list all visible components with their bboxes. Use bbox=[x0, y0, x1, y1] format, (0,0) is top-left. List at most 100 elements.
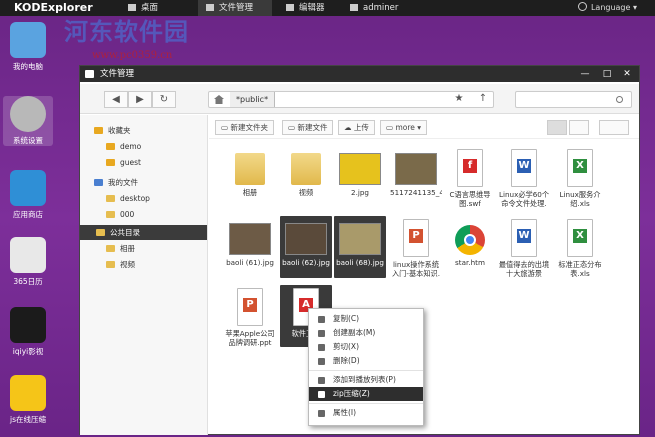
sidebar-item-label: guest bbox=[120, 158, 141, 167]
swf-badge-icon: f bbox=[463, 159, 477, 173]
image-thumbnail bbox=[285, 223, 327, 255]
desktop-icon-gear[interactable]: 系统设置 bbox=[3, 96, 53, 146]
folder-icon bbox=[106, 211, 115, 218]
file-item[interactable]: 5117241135_4f28e29743_z bbox=[390, 146, 442, 208]
nav-adminer[interactable]: adminer bbox=[346, 0, 412, 16]
menu-item-folder-zip[interactable]: zip压缩(Z) bbox=[309, 387, 423, 401]
minimize-button[interactable]: — bbox=[575, 66, 595, 82]
file-item[interactable]: W 最值得去的出境十大旅游景 bbox=[498, 216, 550, 278]
excel-file-icon: X bbox=[567, 219, 593, 257]
sidebar-item-label: 视频 bbox=[120, 260, 135, 269]
sidebar-item-5[interactable]: 000 bbox=[106, 207, 134, 222]
chrome-icon bbox=[455, 225, 485, 255]
menu-item-label: 剪切(X) bbox=[333, 342, 359, 351]
desktop-icon-iqiyi[interactable]: iqiyi影视 bbox=[3, 307, 53, 357]
file-item[interactable]: X 标准正态分布表.xls bbox=[554, 216, 606, 278]
breadcrumb[interactable]: *public* bbox=[230, 92, 276, 107]
nav-editor[interactable]: 编辑器 bbox=[280, 0, 340, 16]
js-icon bbox=[10, 375, 46, 411]
ppt-file-icon: P bbox=[237, 288, 263, 326]
menu-item-info[interactable]: 属性(I) bbox=[309, 406, 423, 420]
calendar-icon bbox=[10, 237, 46, 273]
menu-item-label: 删除(D) bbox=[333, 356, 360, 365]
upload-button[interactable]: ☁ 上传 bbox=[338, 120, 375, 135]
refresh-button[interactable]: ↻ bbox=[152, 91, 176, 108]
nav-file-manager[interactable]: 文件管理 bbox=[198, 0, 272, 16]
file-item[interactable]: 视频 bbox=[280, 146, 332, 208]
menu-separator bbox=[309, 403, 423, 404]
file-item[interactable]: f C语言思维导图.swf bbox=[444, 146, 496, 208]
desktop-icon-calendar[interactable]: 365日历 bbox=[3, 237, 53, 287]
chrome-center bbox=[464, 234, 476, 246]
sidebar-item-label: desktop bbox=[120, 194, 150, 203]
sidebar-item-label: 公共目录 bbox=[110, 228, 140, 237]
home-icon[interactable] bbox=[214, 95, 224, 104]
cut-icon bbox=[318, 344, 325, 351]
sidebar-item-3[interactable]: 我的文件 bbox=[94, 175, 138, 190]
word-file-icon: W bbox=[511, 149, 537, 187]
file-item[interactable]: W Linux必学60个命令文件处理. bbox=[498, 146, 550, 208]
desktop-icon-store[interactable]: 应用商店 bbox=[3, 170, 53, 220]
sidebar-item-8[interactable]: 视频 bbox=[106, 257, 135, 272]
file-item[interactable]: P 苹果Apple公司品牌调研.ppt bbox=[224, 285, 276, 347]
menu-item-label: 复制(C) bbox=[333, 314, 360, 323]
window-titlebar[interactable]: 文件管理 — □ ✕ bbox=[80, 66, 639, 82]
file-name: 最值得去的出境十大旅游景 bbox=[498, 260, 550, 278]
file-name: baoli (68).jpg bbox=[336, 258, 384, 267]
sidebar-item-label: 收藏夹 bbox=[108, 126, 131, 135]
file-item[interactable]: star.htm bbox=[444, 216, 496, 278]
sidebar-tree: 收藏夹 demo guest 我的文件 desktop 000 公共目录相册视频 bbox=[80, 115, 208, 435]
new-folder-button[interactable]: ▭ 新建文件夹 bbox=[215, 120, 274, 135]
ppt-badge-icon: P bbox=[243, 298, 257, 312]
excel-badge-icon: X bbox=[573, 229, 587, 243]
star-icon bbox=[106, 143, 115, 150]
more-button[interactable]: ▭ more ▾ bbox=[380, 120, 428, 135]
menu-item-copy[interactable]: 复制(C) bbox=[309, 312, 423, 326]
file-item[interactable]: 相册 bbox=[224, 146, 276, 208]
file-item[interactable]: Plinux操作系统入门-基本知识. bbox=[390, 216, 442, 278]
folder-icon bbox=[85, 70, 94, 78]
maximize-button[interactable]: □ bbox=[597, 66, 617, 82]
sidebar-item-0[interactable]: 收藏夹 bbox=[94, 123, 131, 138]
up-button[interactable]: ↑ bbox=[472, 91, 494, 108]
back-button[interactable]: ◀ bbox=[104, 91, 128, 108]
gear-icon bbox=[10, 96, 46, 132]
file-item[interactable]: baoli (61).jpg bbox=[224, 216, 276, 278]
desktop-icon-js[interactable]: js在线压缩 bbox=[3, 375, 53, 425]
menu-item-music[interactable]: 添加到播放列表(P) bbox=[309, 373, 423, 387]
word-badge-icon: W bbox=[517, 159, 531, 173]
desktop-icon-computer[interactable]: 我的电脑 bbox=[3, 22, 53, 72]
settings-dropdown[interactable] bbox=[599, 120, 629, 135]
watermark-url: www.pc0359.cn bbox=[92, 50, 173, 61]
list-view-button[interactable] bbox=[569, 120, 589, 135]
info-icon bbox=[318, 410, 325, 417]
sidebar-item-7[interactable]: 相册 bbox=[106, 241, 135, 256]
menu-item-label: 属性(I) bbox=[333, 408, 357, 417]
close-button[interactable]: ✕ bbox=[617, 66, 637, 82]
menu-item-trash[interactable]: 删除(D) bbox=[309, 354, 423, 368]
sidebar-item-4[interactable]: desktop bbox=[106, 191, 150, 206]
user-icon bbox=[94, 179, 103, 186]
file-item[interactable]: 2.jpg bbox=[334, 146, 386, 208]
file-item[interactable]: baoli (62).jpg bbox=[280, 216, 332, 278]
search-input[interactable] bbox=[515, 91, 632, 108]
grid-view-button[interactable] bbox=[547, 120, 567, 135]
menu-item-cut[interactable]: 剪切(X) bbox=[309, 340, 423, 354]
star-button[interactable]: ★ bbox=[448, 91, 470, 108]
file-item[interactable]: X Linux服务介绍.xls bbox=[554, 146, 606, 208]
star-icon bbox=[106, 159, 115, 166]
file-name: linux操作系统入门-基本知识. bbox=[391, 260, 440, 278]
file-item[interactable]: baoli (68).jpg bbox=[334, 216, 386, 278]
image-thumbnail bbox=[395, 153, 437, 185]
computer-icon bbox=[10, 22, 46, 58]
desktop-icon-label: js在线压缩 bbox=[10, 415, 46, 424]
file-name: 5117241135_4f28e29743_z bbox=[390, 188, 442, 197]
forward-button[interactable]: ▶ bbox=[128, 91, 152, 108]
sidebar-item-1[interactable]: demo bbox=[106, 139, 141, 154]
menu-item-duplicate[interactable]: 创建副本(M) bbox=[309, 326, 423, 340]
sidebar-item-2[interactable]: guest bbox=[106, 155, 141, 170]
language-dropdown[interactable]: Language ▾ bbox=[578, 0, 637, 16]
sidebar-item-6[interactable]: 公共目录 bbox=[80, 225, 207, 240]
new-file-button[interactable]: ▭ 新建文件 bbox=[282, 120, 334, 135]
menu-item-label: 创建副本(M) bbox=[333, 328, 376, 337]
